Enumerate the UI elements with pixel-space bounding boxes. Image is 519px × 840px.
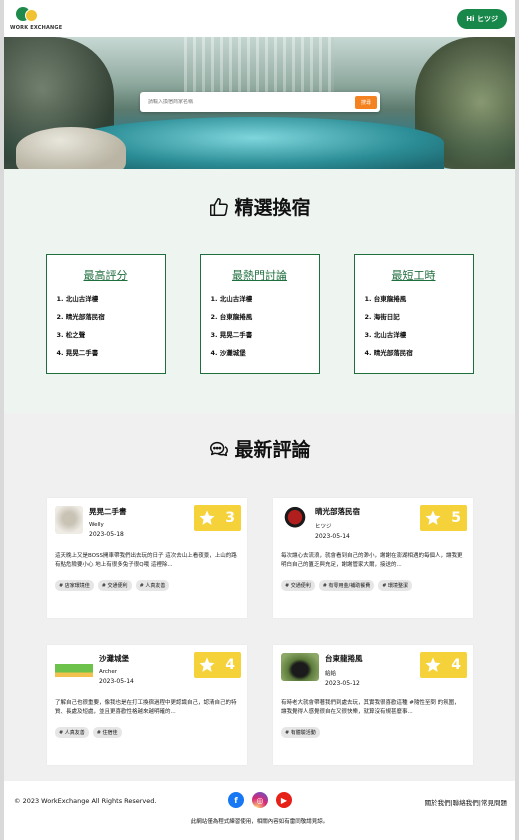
featured-list-item[interactable]: 3. 松之聲 xyxy=(57,329,155,339)
review-date: 2023-05-18 xyxy=(89,531,124,538)
rating-value: 4 xyxy=(225,657,235,673)
featured-card-heading[interactable]: 最熱門討論 xyxy=(211,267,309,283)
hero-banner: 搜尋 xyxy=(4,37,515,169)
featured-title: 精選換宿 xyxy=(4,193,515,220)
review-tag[interactable]: # 交通便利 xyxy=(281,580,315,591)
hero-image-boulder xyxy=(16,127,126,169)
review-card[interactable]: 台東龍捲風 給給 2023-05-12 4 有時老大就會帶著我們到處去玩，其實我… xyxy=(273,645,473,765)
user-menu-button[interactable]: Hi ヒツジ xyxy=(457,8,507,29)
rating-badge: 5 xyxy=(420,505,467,531)
review-tag[interactable]: # 住宿佳 xyxy=(92,727,122,738)
review-date: 2023-05-14 xyxy=(315,533,350,540)
footer-link-faq[interactable]: 常見問題 xyxy=(481,799,507,807)
featured-card-heading[interactable]: 最短工時 xyxy=(365,267,463,283)
featured-card-heading[interactable]: 最高評分 xyxy=(57,267,155,283)
review-shop-name[interactable]: 台東龍捲風 xyxy=(325,653,363,664)
search-button[interactable]: 搜尋 xyxy=(354,95,377,109)
rating-value: 4 xyxy=(451,657,461,673)
footer-links: 關於我們|聯絡我們|常見問題 xyxy=(425,797,507,807)
reviews-title: 最新評論 xyxy=(4,435,515,462)
social-links: f ◎ ▶ xyxy=(228,792,292,808)
rating-badge: 3 xyxy=(194,505,241,531)
footer-link-about[interactable]: 關於我們 xyxy=(425,799,451,807)
page: WORK EXCHANGE Hi ヒツジ 搜尋 精選換宿 最高評分 1. xyxy=(0,0,519,840)
review-user: Welly xyxy=(89,522,104,528)
site-logo[interactable]: WORK EXCHANGE xyxy=(10,6,63,31)
review-text: 每次讓心去流浪，就會看到自己的渺小，謝謝在澎湖相遇的每個人，讓我更明白自己的匱乏… xyxy=(281,553,463,569)
review-shop-name[interactable]: 晃晃二手書 xyxy=(89,506,127,517)
star-icon xyxy=(199,510,215,525)
featured-card-shortest-hours: 最短工時 1. 台東龍捲風 2. 海街日記 3. 北山古洋樓 4. 晴光部落民宿 xyxy=(353,254,474,374)
review-tag[interactable]: # 環境整潔 xyxy=(378,580,413,591)
featured-list-item[interactable]: 2. 海街日記 xyxy=(365,311,463,321)
featured-list-item[interactable]: 3. 晃晃二手書 xyxy=(211,329,309,339)
featured-list-item[interactable]: 2. 台東龍捲風 xyxy=(211,311,309,321)
featured-card-most-discussed: 最熱門討論 1. 北山古洋樓 2. 台東龍捲風 3. 晃晃二手書 4. 沙灘城堡 xyxy=(199,254,320,374)
review-tag[interactable]: # 有體驗活動 xyxy=(281,727,320,738)
shop-thumbnail xyxy=(55,653,93,681)
featured-list-item[interactable]: 3. 北山古洋樓 xyxy=(365,329,463,339)
review-shop-name[interactable]: 晴光部落民宿 xyxy=(315,506,360,517)
search-bar: 搜尋 xyxy=(140,92,380,112)
review-user: Archer xyxy=(99,669,118,675)
thumbs-up-icon xyxy=(210,197,229,216)
shop-thumbnail xyxy=(281,653,319,681)
footer-link-contact[interactable]: 聯絡我們 xyxy=(453,799,479,807)
facebook-icon[interactable]: f xyxy=(228,792,244,808)
review-tag[interactable]: # 交通便利 xyxy=(97,580,132,591)
review-date: 2023-05-12 xyxy=(325,680,360,687)
rating-badge: 4 xyxy=(420,652,467,678)
review-text: 這天晚上又是BOSS開車帶我們出去玩的日子 這次去山上看夜景，上山的路有點危險要… xyxy=(55,553,237,569)
chat-bubbles-icon xyxy=(210,441,229,456)
rating-value: 5 xyxy=(451,510,461,526)
star-icon xyxy=(425,657,441,672)
logo-icon xyxy=(16,6,40,25)
review-card[interactable]: 晴光部落民宿 ヒツジ 2023-05-14 5 每次讓心去流浪，就會看到自己的渺… xyxy=(273,498,473,618)
review-card[interactable]: 晃晃二手書 Welly 2023-05-18 3 這天晚上又是BOSS開車帶我們… xyxy=(47,498,247,618)
featured-section: 精選換宿 最高評分 1. 北山古洋樓 2. 晴光部落民宿 3. 松之聲 4. 晃… xyxy=(4,169,515,413)
review-tag[interactable]: # 人真友善 xyxy=(55,727,89,738)
featured-list-item[interactable]: 1. 北山古洋樓 xyxy=(211,293,309,303)
reviews-title-text: 最新評論 xyxy=(234,439,311,461)
site-footer: © 2023 WorkExchange All Rights Reserved.… xyxy=(4,781,515,836)
featured-list-item[interactable]: 4. 晴光部落民宿 xyxy=(365,347,463,357)
disclaimer-text: 此網站僅為程式練習使用，相關內容如有雷同敬請見諒。 xyxy=(190,819,329,825)
review-shop-name[interactable]: 沙灘城堡 xyxy=(99,653,134,664)
review-date: 2023-05-14 xyxy=(99,678,134,685)
featured-list-item[interactable]: 2. 晴光部落民宿 xyxy=(57,311,155,321)
rating-value: 3 xyxy=(225,510,235,526)
star-icon xyxy=(425,510,441,525)
logo-text: WORK EXCHANGE xyxy=(10,24,63,31)
featured-list-item[interactable]: 4. 沙灘城堡 xyxy=(211,347,309,357)
review-user: ヒツジ xyxy=(315,524,332,530)
site-header: WORK EXCHANGE Hi ヒツジ xyxy=(4,0,515,37)
review-tag[interactable]: # 有零用金/補助餐費 xyxy=(318,580,375,591)
review-text: 有時老大就會帶著我們到處去玩，其實我很喜歡這種 #隨性至問 的氛圍，讓我覺得人感… xyxy=(281,700,460,716)
shop-thumbnail xyxy=(281,506,309,534)
rating-badge: 4 xyxy=(194,652,241,678)
featured-title-text: 精選換宿 xyxy=(234,197,311,219)
review-card[interactable]: 沙灘城堡 Archer 2023-05-14 4 了解自己也很重要，像我也是在打… xyxy=(47,645,247,765)
copyright-text: © 2023 WorkExchange All Rights Reserved. xyxy=(14,797,157,805)
review-text: 了解自己也很重要，像我也是在打工換宿過程中更認識自己，認清自己的特質、長處及短處… xyxy=(55,700,237,716)
featured-list-item[interactable]: 1. 台東龍捲風 xyxy=(365,293,463,303)
featured-card-top-rated: 最高評分 1. 北山古洋樓 2. 晴光部落民宿 3. 松之聲 4. 晃晃二手書 xyxy=(45,254,166,374)
search-input[interactable] xyxy=(148,99,355,105)
youtube-icon[interactable]: ▶ xyxy=(276,792,292,808)
featured-list-item[interactable]: 4. 晃晃二手書 xyxy=(57,347,155,357)
instagram-icon[interactable]: ◎ xyxy=(252,792,268,808)
review-tag[interactable]: # 人真友善 xyxy=(135,580,170,591)
featured-list-item[interactable]: 1. 北山古洋樓 xyxy=(57,293,155,303)
review-tag[interactable]: # 店家環境佳 xyxy=(55,580,94,591)
reviews-section: 最新評論 晃晃二手書 Welly 2023-05-18 3 這天晚上又是BOSS… xyxy=(4,413,515,781)
review-user: 給給 xyxy=(325,671,337,677)
shop-thumbnail xyxy=(55,506,83,534)
star-icon xyxy=(199,657,215,672)
